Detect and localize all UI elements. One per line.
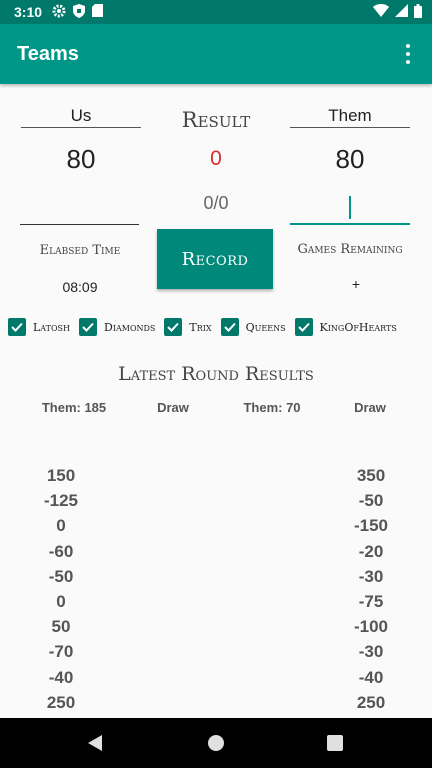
games-remaining-value[interactable]: + xyxy=(296,276,416,292)
game-queens[interactable]: Queens xyxy=(220,318,286,336)
team-them-label-underline xyxy=(290,127,410,128)
list-item: 50 xyxy=(51,617,71,637)
elapsed-time-value: 08:09 xyxy=(62,279,98,295)
list-item: -30 xyxy=(358,642,384,662)
header-draw-1: Draw xyxy=(157,400,189,415)
game-latosh-label: Latosh xyxy=(33,320,70,334)
settings-icon xyxy=(52,4,66,21)
app-bar: Teams xyxy=(0,24,432,84)
games-checkbox-row: Latosh Diamonds Trix Queens KingOfHearts xyxy=(8,317,428,337)
list-item: -40 xyxy=(358,667,384,687)
team-them-score: 80 xyxy=(335,144,365,174)
game-latosh[interactable]: Latosh xyxy=(8,318,70,336)
them-round-values: 350 -50 -150 -20 -30 -75 -100 -30 -40 25… xyxy=(321,463,421,715)
list-item: -30 xyxy=(358,566,384,586)
game-kingofhearts[interactable]: KingOfHearts xyxy=(294,318,397,336)
header-them-70: Them: 70 xyxy=(243,400,301,415)
team-us-score: 80 xyxy=(66,144,96,174)
game-trix[interactable]: Trix xyxy=(164,318,212,336)
back-icon[interactable] xyxy=(88,735,102,751)
status-time: 3:10 xyxy=(14,4,43,20)
overflow-menu-icon[interactable] xyxy=(398,44,418,64)
text-cursor xyxy=(349,196,351,219)
status-bar: 3:10 xyxy=(0,0,432,24)
games-remaining-label: Games Remaining xyxy=(297,242,403,257)
us-round-values: 150 -125 0 -60 -50 0 50 -70 -40 250 xyxy=(11,463,111,715)
list-item: -50 xyxy=(358,491,384,511)
result-title: Result xyxy=(181,108,251,132)
team-us-label-underline xyxy=(21,127,141,128)
list-item: -70 xyxy=(48,642,74,662)
checkbox-checked-icon[interactable] xyxy=(164,318,183,336)
app-title: Teams xyxy=(17,42,79,65)
header-draw-2: Draw xyxy=(354,400,386,415)
result-ratio: 0/0 xyxy=(203,193,229,213)
elapsed-time-label: Elabsed Time xyxy=(39,243,121,258)
us-points-input[interactable] xyxy=(20,190,139,225)
signal-icon xyxy=(395,4,408,20)
record-button[interactable]: Record xyxy=(157,229,273,289)
recent-apps-icon[interactable] xyxy=(327,735,343,751)
team-them-label: Them xyxy=(328,106,372,125)
game-diamonds[interactable]: Diamonds xyxy=(79,318,155,336)
list-item: 250 xyxy=(356,692,386,712)
list-item: -100 xyxy=(353,617,389,637)
checkbox-checked-icon[interactable] xyxy=(79,318,97,336)
battery-icon xyxy=(414,3,422,21)
list-item: -150 xyxy=(353,516,389,536)
sd-card-icon xyxy=(92,4,104,20)
list-item: -20 xyxy=(358,541,384,561)
header-them-185: Them: 185 xyxy=(41,400,107,415)
list-item: 0 xyxy=(56,516,66,536)
list-item: 150 xyxy=(46,466,76,485)
shield-icon xyxy=(73,3,86,21)
game-trix-label: Trix xyxy=(189,320,212,334)
home-icon[interactable] xyxy=(208,735,224,751)
list-item: 0 xyxy=(56,591,66,611)
list-item: -60 xyxy=(48,541,74,561)
checkbox-checked-icon[interactable] xyxy=(8,318,26,336)
list-item: 250 xyxy=(46,692,76,712)
game-queens-label: Queens xyxy=(245,320,286,334)
game-kingofhearts-label: KingOfHearts xyxy=(319,320,397,334)
latest-round-results-title: Latest Round Results xyxy=(118,363,314,385)
result-value: 0 xyxy=(210,147,222,170)
list-item: 350 xyxy=(356,466,386,485)
list-item: -125 xyxy=(43,491,79,511)
checkbox-checked-icon[interactable] xyxy=(220,318,239,336)
team-us-label: Us xyxy=(70,106,92,125)
list-item: -50 xyxy=(48,566,74,586)
checkbox-checked-icon[interactable] xyxy=(294,318,313,336)
game-diamonds-label: Diamonds xyxy=(104,320,156,334)
list-item: -40 xyxy=(48,667,74,687)
wifi-icon xyxy=(373,4,389,20)
list-item: -75 xyxy=(358,591,384,611)
